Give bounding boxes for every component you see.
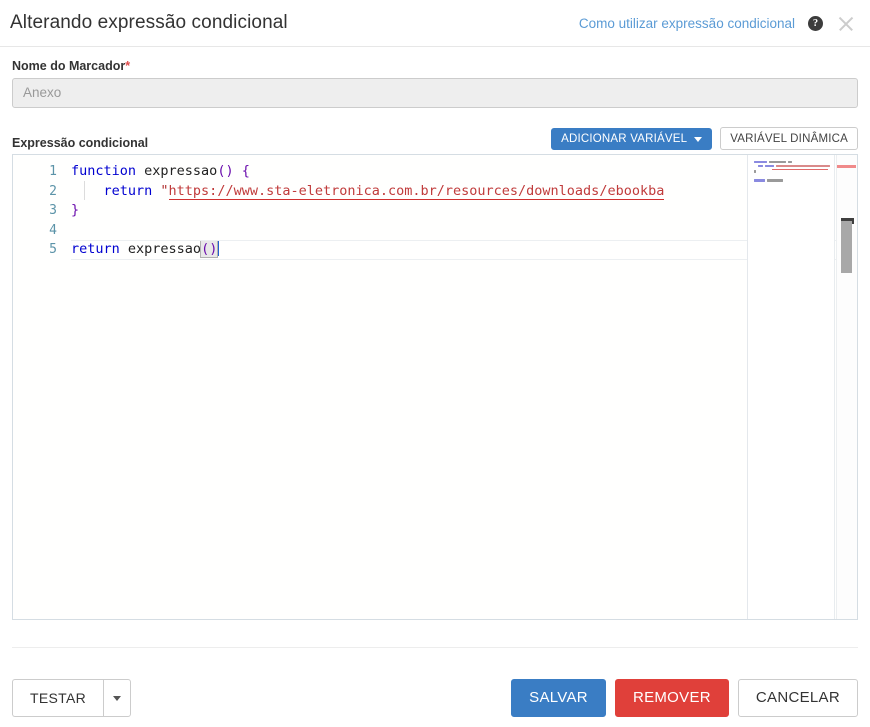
line-number: 1 <box>13 162 57 182</box>
test-button[interactable]: TESTAR <box>12 679 103 717</box>
dialog-header: Alterando expressão condicional Como uti… <box>0 0 870 47</box>
code-identifier: expressao <box>136 163 217 179</box>
dialog-body: Nome do Marcador* Anexo Expressão condic… <box>0 47 870 629</box>
minimap-line <box>754 179 830 183</box>
close-icon[interactable] <box>836 13 856 33</box>
code-quote: " <box>160 183 168 199</box>
line-number: 4 <box>13 221 57 241</box>
code-keyword: function <box>71 163 136 179</box>
add-variable-label: ADICIONAR VARIÁVEL <box>561 133 687 145</box>
chevron-down-icon <box>694 137 702 142</box>
code-identifier: expressao <box>120 241 201 257</box>
code-punctuation: } <box>71 202 79 218</box>
minimap-line <box>754 164 830 168</box>
editor-scrollbar[interactable] <box>836 155 857 619</box>
help-link[interactable]: Como utilizar expressão condicional <box>579 16 795 31</box>
footer-actions: SALVAR REMOVER CANCELAR <box>511 679 858 717</box>
remove-button[interactable]: REMOVER <box>615 679 729 717</box>
chevron-down-icon <box>113 696 121 701</box>
code-bracket-match: () <box>201 241 217 257</box>
conditional-expression-dialog: Alterando expressão condicional Como uti… <box>0 0 870 727</box>
line-number: 5 <box>13 240 57 260</box>
marker-name-input[interactable]: Anexo <box>12 78 858 108</box>
code-line-5: return expressao() <box>71 240 857 260</box>
code-url-string: https://www.sta-eletronica.com.br/resour… <box>169 183 665 200</box>
header-actions: Como utilizar expressão condicional ? <box>579 13 856 33</box>
editor-minimap[interactable] <box>747 155 835 619</box>
code-editor[interactable]: 1 2 3 4 5 function expressao() { return … <box>12 154 858 620</box>
add-variable-button[interactable]: ADICIONAR VARIÁVEL <box>551 128 712 150</box>
line-number: 3 <box>13 201 57 221</box>
cancel-button[interactable]: CANCELAR <box>738 679 858 717</box>
editor-line-numbers: 1 2 3 4 5 <box>13 155 71 619</box>
marker-name-label-text: Nome do Marcador <box>12 59 125 73</box>
code-line-1: function expressao() { <box>71 162 857 182</box>
help-icon[interactable]: ? <box>808 16 823 31</box>
test-dropdown-button[interactable] <box>103 679 131 717</box>
code-line-2: return "https://www.sta-eletronica.com.b… <box>71 182 857 202</box>
expression-toolbar-buttons: ADICIONAR VARIÁVEL VARIÁVEL DINÂMICA <box>551 127 858 150</box>
marker-name-value: Anexo <box>23 79 61 107</box>
expression-toolbar: Expressão condicional ADICIONAR VARIÁVEL… <box>12 126 858 150</box>
scrollbar-thumb[interactable] <box>841 221 852 273</box>
expression-label: Expressão condicional <box>12 136 148 150</box>
line-number: 2 <box>13 182 57 202</box>
save-button[interactable]: SALVAR <box>511 679 606 717</box>
test-split-button: TESTAR <box>12 679 131 717</box>
code-line-3: } <box>71 201 857 221</box>
overview-ruler-error-mark <box>837 165 856 168</box>
dialog-footer: TESTAR SALVAR REMOVER CANCELAR <box>12 647 858 727</box>
editor-code-area[interactable]: function expressao() { return "https://w… <box>71 155 857 619</box>
marker-name-label: Nome do Marcador* <box>12 59 858 73</box>
required-asterisk: * <box>125 59 130 73</box>
dynamic-variable-button[interactable]: VARIÁVEL DINÂMICA <box>720 127 858 150</box>
indent-guide <box>84 181 85 200</box>
page-title: Alterando expressão condicional <box>10 12 288 34</box>
code-punctuation: () { <box>217 163 250 179</box>
text-cursor <box>217 241 219 256</box>
code-line-4 <box>71 221 857 241</box>
code-keyword: return <box>71 241 120 257</box>
